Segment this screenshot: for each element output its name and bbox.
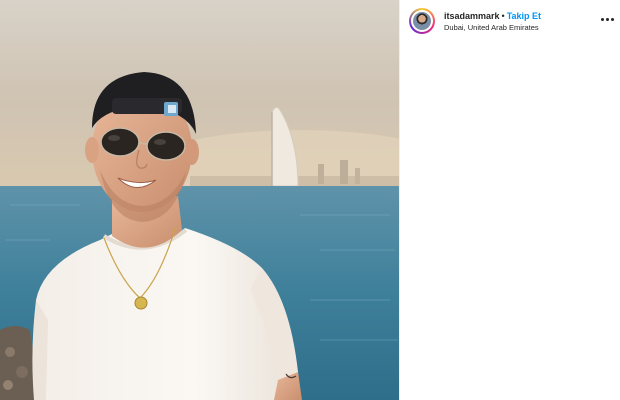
more-horizontal-icon bbox=[605, 17, 609, 21]
location-link[interactable]: Dubai, United Arab Emirates bbox=[444, 23, 539, 33]
avatar-ring bbox=[411, 10, 433, 32]
separator-dot: • bbox=[501, 11, 505, 21]
post-header: itsadammark • Takip Et Dubai, United Arab … bbox=[400, 0, 620, 40]
more-horizontal-icon bbox=[610, 17, 614, 21]
username-link[interactable]: itsadammark bbox=[444, 11, 500, 21]
post-side-panel: itsadammark • Takip Et Dubai, United Arab … bbox=[399, 0, 620, 400]
more-options-button[interactable] bbox=[599, 12, 615, 26]
follow-button[interactable]: Takip Et bbox=[507, 11, 541, 21]
avatar[interactable] bbox=[409, 8, 435, 34]
user-line: itsadammark • Takip Et bbox=[444, 10, 541, 22]
avatar-image bbox=[413, 12, 431, 30]
post-photo bbox=[0, 0, 399, 400]
more-horizontal-icon bbox=[600, 17, 604, 21]
post-image[interactable] bbox=[0, 0, 399, 400]
